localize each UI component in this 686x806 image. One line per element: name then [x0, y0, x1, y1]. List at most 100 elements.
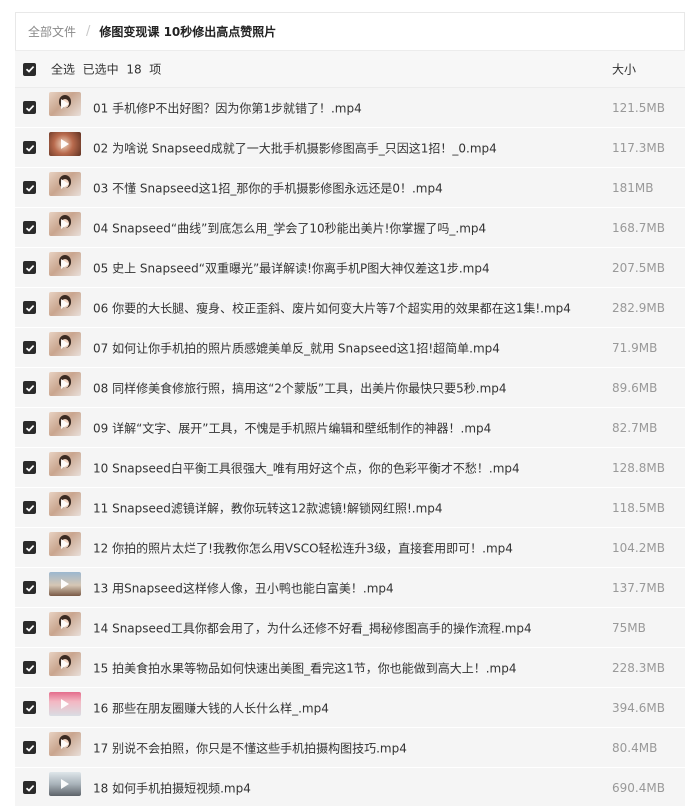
- breadcrumb-root-link[interactable]: 全部文件: [28, 23, 76, 40]
- video-thumbnail[interactable]: [49, 92, 81, 116]
- check-icon: [25, 304, 34, 312]
- video-thumbnail[interactable]: [49, 292, 81, 316]
- file-row[interactable]: 06 你要的大长腿、瘦身、校正歪斜、废片如何变大片等7个超实用的效果都在这1集!…: [15, 288, 685, 328]
- file-row[interactable]: 13 用Snapseed这样修人像，丑小鸭也能白富美！.mp4 137.7MB: [15, 568, 685, 608]
- file-size: 80.4MB: [612, 740, 658, 755]
- file-size: 89.6MB: [612, 380, 658, 395]
- file-size: 168.7MB: [612, 220, 665, 235]
- file-size: 118.5MB: [612, 500, 665, 515]
- select-all-label[interactable]: 全选: [51, 63, 75, 77]
- file-checkbox[interactable]: [23, 261, 36, 274]
- play-icon: [61, 659, 69, 669]
- file-row[interactable]: 03 不懂 Snapseed这1招_那你的手机摄影修图永远还是0！.mp4 181…: [15, 168, 685, 208]
- video-thumbnail[interactable]: [49, 692, 81, 716]
- file-row[interactable]: 04 Snapseed“曲线”到底怎么用_学会了10秒能出美片!你掌握了吗_.m…: [15, 208, 685, 248]
- file-checkbox[interactable]: [23, 621, 36, 634]
- video-thumbnail[interactable]: [49, 412, 81, 436]
- file-row[interactable]: 14 Snapseed工具你都会用了，为什么还修不好看_揭秘修图高手的操作流程.…: [15, 608, 685, 648]
- file-checkbox[interactable]: [23, 101, 36, 114]
- file-row[interactable]: 05 史上 Snapseed“双重曝光”最详解读!你离手机P图大神仅差这1步.m…: [15, 248, 685, 288]
- file-name[interactable]: 01 手机修P不出好图？因为你第1步就错了！.mp4: [93, 99, 362, 116]
- file-row[interactable]: 12 你拍的照片太烂了!我教你怎么用VSCO轻松连升3级，直接套用即可！.mp4…: [15, 528, 685, 568]
- file-row[interactable]: 08 同样修美食修旅行照，搞用这“2个蒙版”工具，出美片你最快只要5秒.mp4 8…: [15, 368, 685, 408]
- video-thumbnail[interactable]: [49, 492, 81, 516]
- breadcrumb-current-folder: 修图变现课 10秒修出高点赞照片: [99, 25, 277, 39]
- file-size: 117.3MB: [612, 140, 665, 155]
- check-icon: [25, 664, 34, 672]
- file-row[interactable]: 16 那些在朋友圈赚大钱的人长什么样_.mp4 394.6MB: [15, 688, 685, 728]
- file-row[interactable]: 18 如何手机拍摄短视频.mp4 690.4MB: [15, 768, 685, 806]
- file-checkbox[interactable]: [23, 181, 36, 194]
- video-thumbnail[interactable]: [49, 332, 81, 356]
- file-checkbox[interactable]: [23, 141, 36, 154]
- file-size: 282.9MB: [612, 300, 665, 315]
- video-thumbnail[interactable]: [49, 772, 81, 796]
- file-checkbox[interactable]: [23, 581, 36, 594]
- video-thumbnail[interactable]: [49, 652, 81, 676]
- video-thumbnail[interactable]: [49, 572, 81, 596]
- video-thumbnail[interactable]: [49, 372, 81, 396]
- video-thumbnail[interactable]: [49, 612, 81, 636]
- select-all-checkbox[interactable]: [23, 62, 36, 76]
- file-name[interactable]: 05 史上 Snapseed“双重曝光”最详解读!你离手机P图大神仅差这1步.m…: [93, 259, 490, 276]
- file-name[interactable]: 16 那些在朋友圈赚大钱的人长什么样_.mp4: [93, 699, 329, 716]
- file-checkbox[interactable]: [23, 741, 36, 754]
- play-icon: [61, 99, 69, 109]
- check-icon: [25, 344, 34, 352]
- file-name[interactable]: 11 Snapseed滤镜详解，教你玩转这12款滤镜!解锁网红照!.mp4: [93, 499, 443, 516]
- file-size: 121.5MB: [612, 100, 665, 115]
- file-checkbox[interactable]: [23, 701, 36, 714]
- breadcrumb-separator: /: [86, 24, 91, 39]
- file-name[interactable]: 17 别说不会拍照，你只是不懂这些手机拍摄构图技巧.mp4: [93, 739, 407, 756]
- file-checkbox[interactable]: [23, 421, 36, 434]
- check-icon: [25, 464, 34, 472]
- video-thumbnail[interactable]: [49, 212, 81, 236]
- file-checkbox[interactable]: [23, 461, 36, 474]
- file-name[interactable]: 07 如何让你手机拍的照片质感媲美单反_就用 Snapseed这1招!超简单.m…: [93, 339, 500, 356]
- video-thumbnail[interactable]: [49, 172, 81, 196]
- check-icon: [25, 704, 34, 712]
- video-thumbnail[interactable]: [49, 132, 81, 156]
- check-icon: [25, 66, 34, 73]
- file-size: 104.2MB: [612, 540, 665, 555]
- file-row[interactable]: 17 别说不会拍照，你只是不懂这些手机拍摄构图技巧.mp4 80.4MB: [15, 728, 685, 768]
- file-checkbox[interactable]: [23, 781, 36, 794]
- video-thumbnail[interactable]: [49, 532, 81, 556]
- file-row[interactable]: 07 如何让你手机拍的照片质感媲美单反_就用 Snapseed这1招!超简单.m…: [15, 328, 685, 368]
- file-name[interactable]: 12 你拍的照片太烂了!我教你怎么用VSCO轻松连升3级，直接套用即可！.mp4: [93, 539, 513, 556]
- file-checkbox[interactable]: [23, 221, 36, 234]
- file-name[interactable]: 10 Snapseed白平衡工具很强大_唯有用好这个点，你的色彩平衡才不愁！.m…: [93, 459, 520, 476]
- file-name[interactable]: 08 同样修美食修旅行照，搞用这“2个蒙版”工具，出美片你最快只要5秒.mp4: [93, 379, 507, 396]
- file-checkbox[interactable]: [23, 661, 36, 674]
- play-icon: [61, 779, 69, 789]
- file-row[interactable]: 09 详解“文字、展开”工具，不愧是手机照片编辑和壁纸制作的神器！.mp4 82.…: [15, 408, 685, 448]
- file-checkbox[interactable]: [23, 341, 36, 354]
- video-thumbnail[interactable]: [49, 732, 81, 756]
- file-checkbox[interactable]: [23, 301, 36, 314]
- check-icon: [25, 144, 34, 152]
- file-name[interactable]: 18 如何手机拍摄短视频.mp4: [93, 779, 251, 796]
- file-name[interactable]: 09 详解“文字、展开”工具，不愧是手机照片编辑和壁纸制作的神器！.mp4: [93, 419, 491, 436]
- file-row[interactable]: 10 Snapseed白平衡工具很强大_唯有用好这个点，你的色彩平衡才不愁！.m…: [15, 448, 685, 488]
- file-row[interactable]: 15 拍美食拍水果等物品如何快速出美图_看完这1节，你也能做到高大上！.mp4 2…: [15, 648, 685, 688]
- file-checkbox[interactable]: [23, 541, 36, 554]
- file-name[interactable]: 04 Snapseed“曲线”到底怎么用_学会了10秒能出美片!你掌握了吗_.m…: [93, 219, 486, 236]
- play-icon: [61, 219, 69, 229]
- selection-summary: 全选 已选中 18 项: [51, 61, 161, 78]
- file-name[interactable]: 06 你要的大长腿、瘦身、校正歪斜、废片如何变大片等7个超实用的效果都在这1集!…: [93, 299, 571, 316]
- file-checkbox[interactable]: [23, 381, 36, 394]
- video-thumbnail[interactable]: [49, 252, 81, 276]
- file-name[interactable]: 14 Snapseed工具你都会用了，为什么还修不好看_揭秘修图高手的操作流程.…: [93, 619, 532, 636]
- file-name[interactable]: 13 用Snapseed这样修人像，丑小鸭也能白富美！.mp4: [93, 579, 394, 596]
- file-row[interactable]: 02 为啥说 Snapseed成就了一大批手机摄影修图高手_只因这1招！_0.m…: [15, 128, 685, 168]
- file-row[interactable]: 11 Snapseed滤镜详解，教你玩转这12款滤镜!解锁网红照!.mp4 118…: [15, 488, 685, 528]
- size-column-header[interactable]: 大小: [612, 61, 636, 78]
- file-name[interactable]: 03 不懂 Snapseed这1招_那你的手机摄影修图永远还是0！.mp4: [93, 179, 443, 196]
- file-checkbox[interactable]: [23, 501, 36, 514]
- file-name[interactable]: 15 拍美食拍水果等物品如何快速出美图_看完这1节，你也能做到高大上！.mp4: [93, 659, 516, 676]
- file-row[interactable]: 01 手机修P不出好图？因为你第1步就错了！.mp4 121.5MB: [15, 88, 685, 128]
- file-name[interactable]: 02 为啥说 Snapseed成就了一大批手机摄影修图高手_只因这1招！_0.m…: [93, 139, 497, 156]
- play-icon: [61, 459, 69, 469]
- check-icon: [25, 624, 34, 632]
- video-thumbnail[interactable]: [49, 452, 81, 476]
